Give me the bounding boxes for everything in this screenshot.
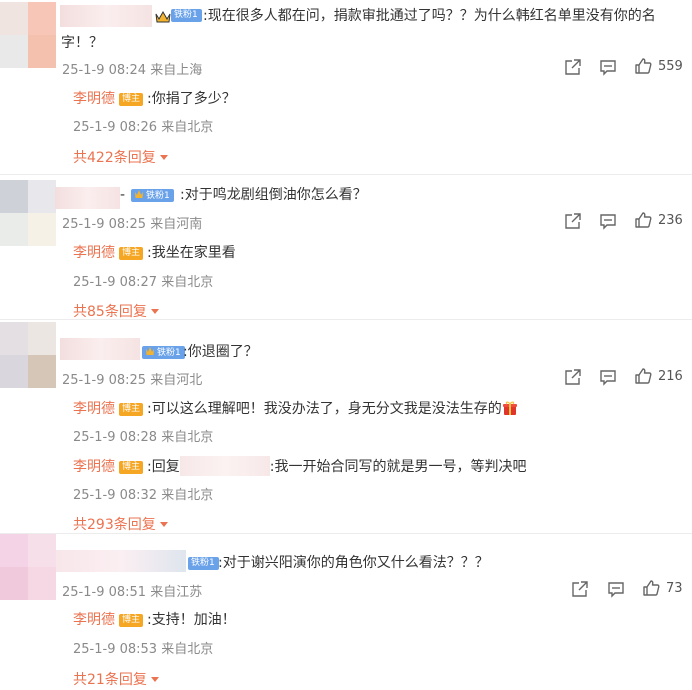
comment-4: 铁粉1 :对于谢兴阳演你的角色你又什么看法？？？ 25-1-9 08:51 来自… <box>0 534 692 690</box>
reply-text: :支持！加油！ <box>147 612 236 628</box>
fan-badge: 铁粉1 <box>171 9 202 22</box>
more-replies-link[interactable]: 共293条回复 <box>73 514 168 534</box>
avatar[interactable] <box>0 534 56 600</box>
comment-text-cont: 字！？ <box>61 35 103 51</box>
caret-down-icon <box>159 155 168 160</box>
host-badge: 博主 <box>119 614 144 627</box>
comment-icon[interactable] <box>607 580 625 600</box>
caret-down-icon <box>150 677 159 682</box>
comment-1: 铁粉1 :现在很多人都在问，捐款审批通过了吗？？为什么韩红名单里没有你的名 字！… <box>0 0 692 172</box>
more-replies-link[interactable]: 共422条回复 <box>73 147 168 167</box>
gift-icon <box>502 400 518 416</box>
avatar[interactable] <box>0 322 56 388</box>
reply-meta: 25-1-9 08:26 来自北京 <box>73 120 214 135</box>
like-count: 559 <box>658 59 683 74</box>
reply-1: 李明德 博主:我坐在家里看 <box>73 243 236 263</box>
comment-meta: 25-1-9 08:24 来自上海 <box>62 63 203 78</box>
reply-text: :可以这么理解吧！我没办法了，身无分文我是没法生存的 <box>147 401 502 417</box>
comment-text: :你退圈了？ <box>183 344 258 360</box>
avatar[interactable] <box>0 180 56 246</box>
reply-meta: 25-1-9 08:27 来自北京 <box>73 275 214 290</box>
reply-author[interactable]: 李明德 <box>73 612 115 628</box>
reply-2: 李明德 博主:回复 :我一开始合同写的就是男一号，等判决吧 <box>73 456 526 477</box>
like-icon[interactable] <box>634 57 652 77</box>
like-icon[interactable] <box>634 211 652 231</box>
comment-icon[interactable] <box>599 368 617 388</box>
crown-icon <box>155 9 171 28</box>
username-blurred[interactable] <box>55 187 120 209</box>
username-blurred[interactable] <box>56 550 186 572</box>
reply-prefix: :回复 <box>147 459 180 475</box>
comment-2: - 铁粉1 :对于鸣龙剧组倒油你怎么看？ 25-1-9 08:25 来自河南 2… <box>0 175 692 320</box>
reply-text: :我坐在家里看 <box>147 245 236 261</box>
reply-text: :你捐了多少？ <box>147 91 236 107</box>
caret-down-icon <box>150 309 159 314</box>
comment-text: :对于鸣龙剧组倒油你怎么看？ <box>180 187 367 203</box>
like-icon[interactable] <box>634 367 652 387</box>
share-icon[interactable] <box>564 368 582 388</box>
comment-meta: 25-1-9 08:25 来自河北 <box>62 373 203 388</box>
comment-meta: 25-1-9 08:25 来自河南 <box>62 217 203 232</box>
fan-badge: 铁粉1 <box>131 189 174 202</box>
like-icon[interactable] <box>642 579 660 599</box>
like-count: 236 <box>658 213 683 228</box>
comment-icon[interactable] <box>599 212 617 232</box>
reply-author[interactable]: 李明德 <box>73 91 115 107</box>
reply-author[interactable]: 李明德 <box>73 401 115 417</box>
share-icon[interactable] <box>564 212 582 232</box>
like-count: 216 <box>658 369 683 384</box>
reply-author[interactable]: 李明德 <box>73 459 115 475</box>
username-blurred[interactable] <box>60 338 140 360</box>
host-badge: 博主 <box>119 247 144 260</box>
reply-text: :我一开始合同写的就是男一号，等判决吧 <box>269 459 527 475</box>
comment-icon[interactable] <box>599 58 617 78</box>
fan-badge: 铁粉1 <box>142 346 185 359</box>
comment-meta: 25-1-9 08:51 来自江苏 <box>62 585 203 600</box>
share-icon[interactable] <box>564 58 582 78</box>
comment-3: 铁粉1 :你退圈了？ 25-1-9 08:25 来自河北 216 李明德 博主:可… <box>0 320 692 534</box>
reply-target-blurred[interactable] <box>179 456 270 476</box>
reply-1: 李明德 博主:支持！加油！ <box>73 610 236 630</box>
crown-icon <box>145 346 155 356</box>
like-count: 73 <box>666 581 683 596</box>
reply-1: 李明德 博主:你捐了多少？ <box>73 89 236 109</box>
share-icon[interactable] <box>571 580 589 600</box>
avatar[interactable] <box>0 2 56 68</box>
host-badge: 博主 <box>119 403 144 416</box>
host-badge: 博主 <box>119 93 144 106</box>
comment-text: :现在很多人都在问，捐款审批通过了吗？？为什么韩红名单里没有你的名 <box>203 8 656 24</box>
host-badge: 博主 <box>119 461 144 474</box>
crown-icon <box>134 189 144 199</box>
reply-meta: 25-1-9 08:28 来自北京 <box>73 430 214 445</box>
reply-meta: 25-1-9 08:53 来自北京 <box>73 642 214 657</box>
name-suffix: - <box>120 187 126 203</box>
reply-1: 李明德 博主:可以这么理解吧！我没办法了，身无分文我是没法生存的 <box>73 399 518 419</box>
more-replies-link[interactable]: 共85条回复 <box>73 301 159 321</box>
reply-meta: 25-1-9 08:32 来自北京 <box>73 488 214 503</box>
caret-down-icon <box>159 522 168 527</box>
username-blurred[interactable] <box>60 5 152 27</box>
more-replies-link[interactable]: 共21条回复 <box>73 669 159 689</box>
comment-text: :对于谢兴阳演你的角色你又什么看法？？？ <box>218 555 489 571</box>
reply-author[interactable]: 李明德 <box>73 245 115 261</box>
fan-badge: 铁粉1 <box>188 557 219 570</box>
